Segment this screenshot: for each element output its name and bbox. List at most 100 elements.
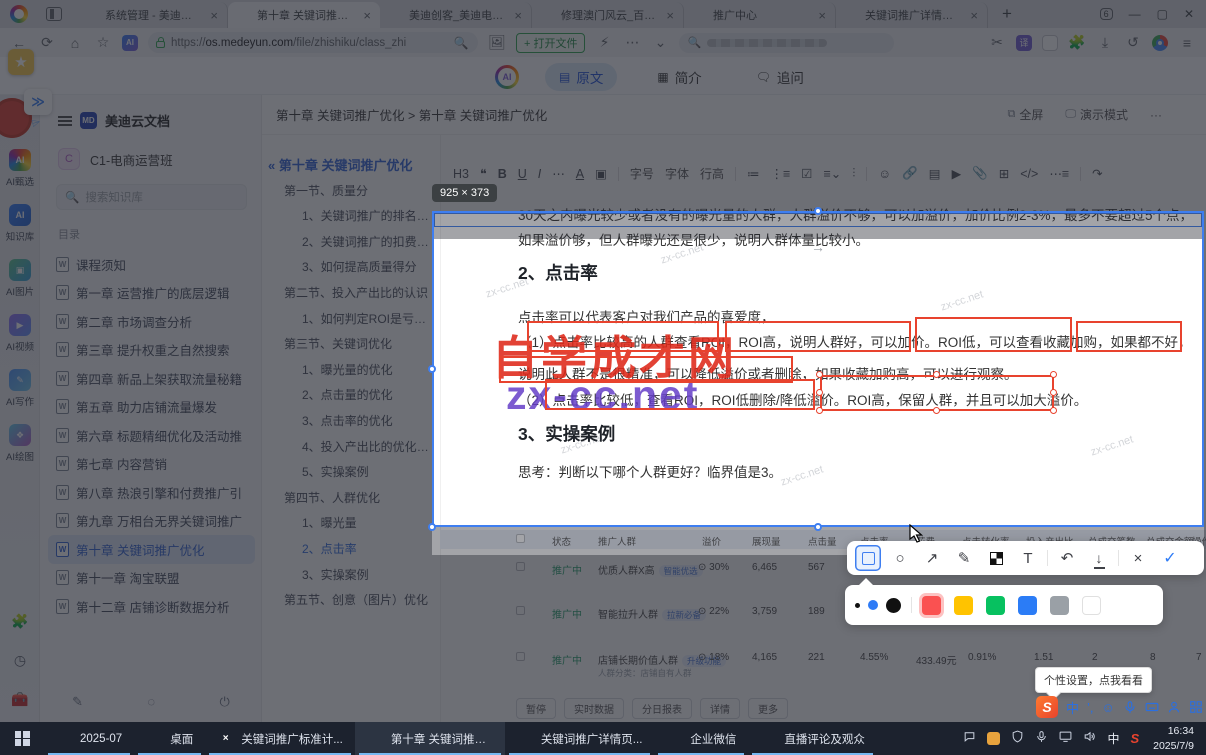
undo-icon[interactable]: ↷ bbox=[1092, 166, 1102, 181]
browser-tab[interactable]: 修理澳门风云_百度搜索 × bbox=[532, 2, 684, 28]
toc-item[interactable]: 第三节、关键词优化 bbox=[262, 332, 440, 358]
red-annotation-rect-selected[interactable] bbox=[820, 375, 1054, 411]
resize-handle[interactable] bbox=[1050, 389, 1057, 396]
flash-icon[interactable]: ⚡ bbox=[595, 34, 613, 51]
toc-item[interactable]: 第一节、质量分 bbox=[262, 179, 440, 205]
workspace-selector[interactable]: C C1-电商运营班 bbox=[40, 130, 261, 170]
cancel-button[interactable]: × bbox=[1125, 545, 1151, 571]
taskbar-app[interactable]: 关键词推广详情页... bbox=[505, 722, 655, 755]
capture-handle[interactable] bbox=[814, 207, 822, 215]
tab-original[interactable]: ▤ 原文 bbox=[545, 63, 618, 91]
minimize-icon[interactable]: — bbox=[1129, 7, 1141, 21]
scissors-icon[interactable]: ✂ bbox=[988, 34, 1006, 51]
breadcrumb[interactable]: 第十章 关键词推广优化 > 第十章 关键词推广优化 bbox=[276, 105, 547, 124]
insert-table-icon[interactable]: ⊞ bbox=[999, 166, 1009, 181]
extension-white-icon[interactable] bbox=[1042, 34, 1058, 51]
red-annotation-rect[interactable] bbox=[1076, 321, 1182, 352]
doc-list-item[interactable]: W 第四章 新品上架获取流量秘籍 bbox=[40, 364, 261, 393]
toc-item[interactable]: 2、点击量的优化 bbox=[262, 383, 440, 409]
bold-icon[interactable]: B bbox=[498, 167, 507, 181]
download-icon[interactable]: ⤓ bbox=[1096, 34, 1114, 51]
power-icon[interactable]: ⏻ bbox=[220, 694, 230, 710]
resize-handle[interactable] bbox=[933, 371, 940, 378]
browser-tab[interactable]: 第十章 关键词推广优化 × bbox=[228, 2, 380, 28]
underline-icon[interactable]: U bbox=[518, 167, 527, 181]
table-action-button[interactable]: 更多 bbox=[748, 698, 788, 719]
col-header[interactable]: 点击量 bbox=[808, 534, 837, 548]
color-blue[interactable] bbox=[1018, 595, 1037, 615]
collapse-up-icon[interactable]: ≫ bbox=[24, 89, 52, 115]
doc-list-item[interactable]: W 课程须知 bbox=[40, 250, 261, 279]
tray-shield-icon[interactable] bbox=[1011, 730, 1024, 748]
col-header[interactable]: 溢价 bbox=[702, 534, 721, 548]
doc-list-item[interactable]: W 第一章 运营推广的底层逻辑 bbox=[40, 279, 261, 308]
punctuation-icon[interactable]: ’, bbox=[1087, 700, 1094, 715]
size-medium[interactable] bbox=[868, 600, 878, 610]
color-yellow[interactable] bbox=[954, 595, 973, 615]
link-icon[interactable]: 🔗 bbox=[902, 166, 918, 181]
color-green[interactable] bbox=[986, 595, 1005, 615]
toolbox-grid-icon[interactable] bbox=[1189, 700, 1203, 714]
tray-language-icon[interactable]: 中 bbox=[1107, 730, 1119, 747]
history-restore-icon[interactable]: ↺ bbox=[1124, 34, 1142, 51]
toc-item[interactable]: 1、关键词推广的排名公式 bbox=[262, 204, 440, 230]
doc-list-item[interactable]: W 第九章 万相台无界关键词推广 bbox=[40, 507, 261, 536]
taskbar-app[interactable]: 第十章 关键词推广... bbox=[354, 722, 505, 755]
color-white[interactable] bbox=[1082, 595, 1101, 615]
heading-select[interactable]: H3 bbox=[453, 167, 469, 181]
sync-icon[interactable]: ◌ bbox=[147, 694, 155, 710]
col-header[interactable]: 展现量 bbox=[752, 534, 781, 548]
taskbar-clock[interactable]: 16:34 2025/7/9 bbox=[1149, 722, 1206, 755]
tray-speaker-icon[interactable] bbox=[1083, 730, 1096, 748]
bullet-list-icon[interactable]: ≔ bbox=[747, 166, 760, 181]
toc-item[interactable]: 4、投入产出比的优化（观察7天/15 bbox=[262, 435, 440, 461]
capture-handle[interactable] bbox=[814, 523, 822, 531]
extension-purple-icon[interactable]: 译 bbox=[1016, 34, 1032, 51]
close-icon[interactable]: ✕ bbox=[1184, 7, 1194, 21]
size-small[interactable] bbox=[855, 602, 860, 608]
present-mode-button[interactable]: 🖵 演示模式 bbox=[1065, 106, 1128, 123]
italic-icon[interactable]: I bbox=[538, 167, 541, 181]
chevron-down-icon[interactable]: ⌄ bbox=[651, 34, 669, 51]
indent-icon[interactable]: ⫶ bbox=[852, 166, 855, 181]
font-size-select[interactable]: 字号 bbox=[630, 165, 654, 182]
start-button[interactable] bbox=[0, 722, 44, 755]
browser-tab[interactable]: 关键词推广详情页_万相 × bbox=[836, 2, 988, 28]
confirm-button[interactable]: ✓ bbox=[1157, 545, 1183, 571]
toc-item[interactable]: 2、点击率 bbox=[262, 537, 440, 563]
doc-list-item[interactable]: W 第十一章 淘宝联盟 bbox=[40, 564, 261, 593]
toc-item[interactable]: 1、曝光量的优化 bbox=[262, 358, 440, 384]
tray-display-icon[interactable] bbox=[1059, 730, 1072, 748]
toc-item[interactable]: 2、关键词推广的扣费公式 bbox=[262, 230, 440, 256]
more-format-icon[interactable]: ⋯ bbox=[552, 166, 565, 181]
home-icon[interactable]: ⌂ bbox=[66, 35, 84, 51]
col-header[interactable]: 推广人群 bbox=[598, 534, 636, 548]
highlight-icon[interactable]: ▣ bbox=[595, 166, 607, 181]
browser-tab[interactable]: 系统管理 - 美迪云管理 × bbox=[76, 2, 228, 28]
page-search-bar[interactable]: 🔍 bbox=[679, 32, 895, 53]
table-action-button[interactable]: 详情 bbox=[700, 698, 740, 719]
tab-summary[interactable]: ▦ 简介 bbox=[643, 63, 715, 91]
skin-icon[interactable] bbox=[1167, 700, 1181, 714]
rail-item[interactable]: ❖ AI绘图 bbox=[0, 424, 40, 463]
align-icon[interactable]: ≡⌄ bbox=[823, 166, 841, 181]
text-tool[interactable]: T bbox=[1015, 545, 1041, 571]
address-bar[interactable]: https://os.medeyun.com/file/zhishiku/cla… bbox=[148, 32, 478, 53]
rail-item[interactable]: ▶ AI视频 bbox=[0, 314, 40, 353]
toc-item[interactable]: 1、如何判定ROI是亏是赚 bbox=[262, 307, 440, 333]
favorite-star-icon[interactable]: ★ bbox=[8, 49, 34, 75]
reload-icon[interactable]: ⟳ bbox=[38, 34, 56, 51]
red-annotation-rect[interactable] bbox=[527, 321, 719, 352]
rect-tool[interactable] bbox=[855, 545, 881, 571]
insert-image-icon[interactable]: ▤ bbox=[929, 166, 941, 181]
resize-handle[interactable] bbox=[816, 389, 823, 396]
new-tab-button[interactable]: + bbox=[1002, 4, 1012, 24]
line-height-select[interactable]: 行高 bbox=[700, 165, 724, 182]
doc-list-item[interactable]: W 第六章 标题精细优化及活动推 bbox=[40, 421, 261, 450]
col-checkbox[interactable] bbox=[516, 534, 525, 546]
code-icon[interactable]: </> bbox=[1020, 167, 1038, 181]
tab-close-icon[interactable]: × bbox=[207, 8, 221, 23]
mosaic-tool[interactable] bbox=[983, 545, 1009, 571]
toolbox-icon[interactable]: 🧰 bbox=[11, 691, 28, 708]
tab-close-icon[interactable]: × bbox=[815, 8, 829, 23]
